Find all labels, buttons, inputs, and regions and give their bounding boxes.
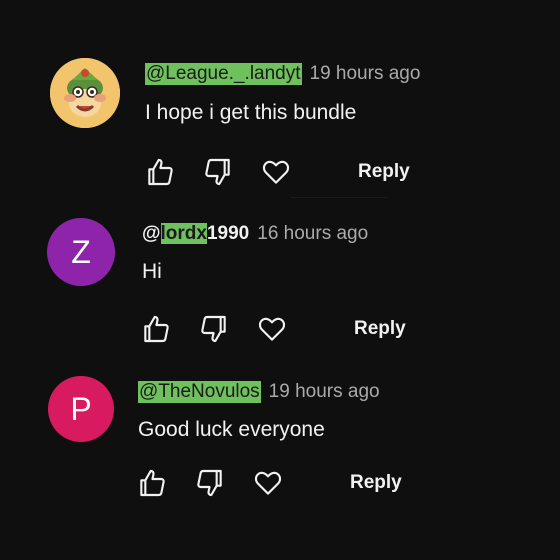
- avatar[interactable]: Z: [47, 218, 115, 286]
- heart-icon[interactable]: [250, 465, 286, 501]
- avatar-character-image: [50, 58, 120, 128]
- heart-icon[interactable]: [258, 154, 294, 190]
- like-icon[interactable]: [138, 311, 174, 347]
- comment-timestamp[interactable]: 16 hours ago: [257, 223, 368, 245]
- author-prefix: @: [142, 223, 161, 244]
- reply-button[interactable]: Reply: [354, 318, 406, 340]
- author-name[interactable]: @TheNovulos: [138, 381, 261, 403]
- dislike-icon[interactable]: [200, 154, 236, 190]
- avatar-letter: Z: [71, 233, 91, 270]
- divider: [290, 197, 388, 198]
- comment-text: Hi: [142, 260, 162, 283]
- author-name[interactable]: @lordx1990: [142, 223, 249, 245]
- author-name[interactable]: @League._.landyt: [145, 63, 302, 85]
- like-icon[interactable]: [134, 465, 170, 501]
- comment-header: @TheNovulos 19 hours ago: [138, 381, 380, 403]
- comment-actions: Reply: [138, 311, 406, 347]
- like-icon[interactable]: [142, 154, 178, 190]
- avatar-letter: P: [70, 390, 92, 427]
- avatar[interactable]: [50, 58, 120, 128]
- dislike-icon[interactable]: [192, 465, 228, 501]
- comment-text: Good luck everyone: [138, 418, 325, 441]
- comment-header: @lordx1990 16 hours ago: [142, 223, 368, 245]
- comment-timestamp[interactable]: 19 hours ago: [310, 63, 421, 85]
- dislike-icon[interactable]: [196, 311, 232, 347]
- author-highlight: lordx: [160, 223, 207, 244]
- heart-icon[interactable]: [254, 311, 290, 347]
- avatar[interactable]: P: [48, 376, 114, 442]
- reply-button[interactable]: Reply: [350, 472, 402, 494]
- author-suffix: 1990: [206, 223, 250, 244]
- reply-button[interactable]: Reply: [358, 161, 410, 183]
- comment-header: @League._.landyt 19 hours ago: [145, 63, 420, 85]
- comment-actions: Reply: [142, 154, 410, 190]
- comment-timestamp[interactable]: 19 hours ago: [269, 381, 380, 403]
- comment-text: I hope i get this bundle: [145, 101, 357, 124]
- comment-actions: Reply: [134, 465, 402, 501]
